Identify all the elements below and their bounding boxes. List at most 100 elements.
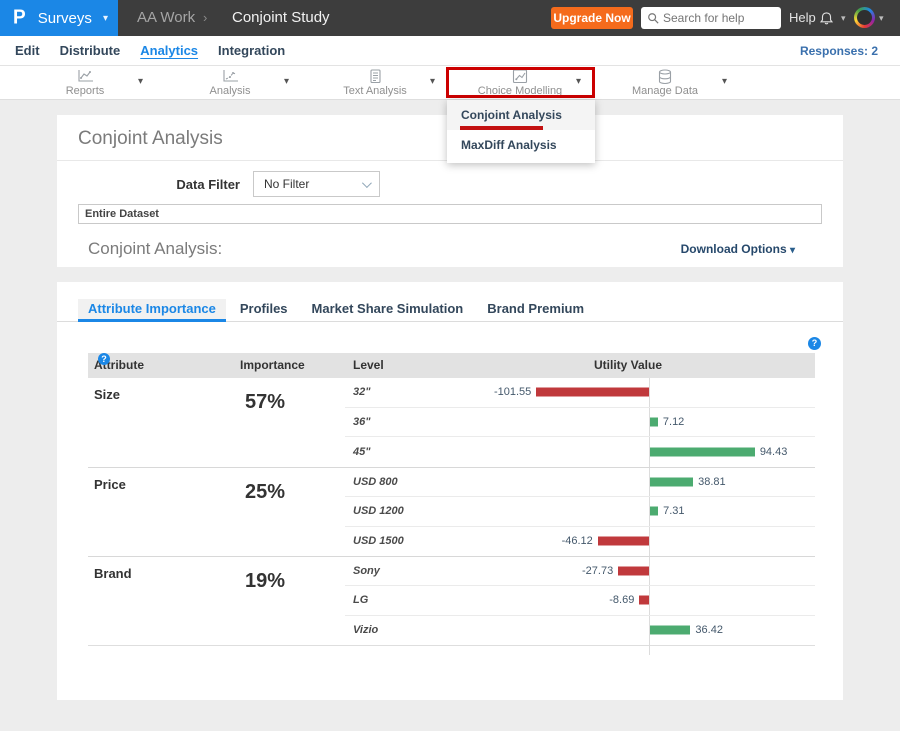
nav-distribute[interactable]: Distribute — [60, 43, 121, 58]
dataset-input[interactable] — [78, 204, 822, 224]
product-switcher[interactable]: P Surveys ▾ — [0, 0, 118, 36]
search-input[interactable] — [663, 11, 773, 25]
tool-label: Text Analysis — [305, 85, 445, 97]
table-header: Attribute? Importance Level Utility Valu… — [88, 353, 815, 378]
upgrade-now-button[interactable]: Upgrade Now — [551, 7, 633, 29]
header-level: Level — [353, 353, 384, 378]
utility-bar-chart: -46.12 — [420, 527, 815, 556]
tool-label: Analysis — [160, 85, 300, 97]
product-name: Surveys — [38, 10, 92, 27]
level-label: USD 1500 — [345, 535, 420, 547]
tab-market-share-simulation[interactable]: Market Share Simulation — [302, 299, 474, 322]
breadcrumb-survey-title: Conjoint Study — [232, 0, 330, 36]
attribute-name: Brand — [88, 557, 233, 645]
utility-bar — [536, 388, 649, 397]
help-link[interactable]: Help — [789, 0, 816, 36]
choice-chart-icon — [450, 69, 590, 84]
menu-item-label: MaxDiff Analysis — [461, 138, 557, 152]
trend-chart-icon — [160, 69, 300, 84]
level-label: 32" — [345, 386, 420, 398]
level-row: Vizio 36.42 — [345, 616, 815, 645]
document-icon — [305, 69, 445, 84]
tool-label: Reports — [15, 85, 155, 97]
utility-bar-chart: 7.31 — [420, 497, 815, 525]
notifications-bell-icon[interactable] — [819, 10, 834, 28]
level-label: 45" — [345, 446, 420, 458]
chevron-down-icon[interactable]: ▾ — [722, 76, 727, 87]
header-utility-value: Utility Value — [594, 353, 662, 378]
utility-value-label: -101.55 — [494, 386, 531, 398]
chevron-down-icon: ▾ — [879, 13, 884, 24]
chevron-down-icon[interactable]: ▾ — [138, 76, 143, 87]
chevron-down-icon[interactable]: ▾ — [430, 76, 435, 87]
importance-value: 19% — [233, 557, 345, 645]
data-filter-select[interactable]: No Filter — [253, 171, 380, 197]
utility-bar — [598, 537, 649, 546]
tab-profiles[interactable]: Profiles — [230, 299, 298, 322]
utility-value-label: 7.31 — [663, 505, 684, 517]
tool-text-analysis[interactable]: Text Analysis — [305, 69, 445, 97]
attribute-group: Brand19%Sony-27.73 LG -8.69 Vizio 36.42 — [88, 556, 815, 645]
level-row: USD 1200 7.31 — [345, 497, 815, 526]
chevron-down-icon: ▾ — [841, 13, 846, 24]
download-options-button[interactable]: Download Options ▾ — [681, 242, 795, 256]
result-tabs: Attribute Importance Profiles Market Sha… — [57, 299, 843, 322]
line-chart-icon — [15, 69, 155, 84]
level-row: 36" 7.12 — [345, 408, 815, 438]
help-icon[interactable]: ? — [808, 337, 821, 350]
level-row: Sony-27.73 — [345, 557, 815, 586]
tool-reports[interactable]: Reports — [15, 69, 155, 97]
level-label: Vizio — [345, 624, 420, 636]
tool-choice-modelling[interactable]: Choice Modelling — [450, 69, 590, 97]
utility-bar — [650, 448, 755, 457]
level-label: 36" — [345, 416, 420, 428]
utility-bar-chart: -8.69 — [420, 586, 815, 614]
chevron-down-icon: ▾ — [790, 245, 795, 256]
search-icon — [647, 12, 659, 24]
tab-attribute-importance[interactable]: Attribute Importance — [78, 299, 226, 322]
breadcrumb-workspace[interactable]: AA Work — [137, 0, 195, 36]
level-label: LG — [345, 594, 420, 606]
level-label: USD 1200 — [345, 505, 420, 517]
tool-label: Manage Data — [595, 85, 735, 97]
survey-nav: Edit Distribute Analytics Integration Re… — [0, 36, 900, 66]
chevron-down-icon[interactable]: ▾ — [576, 76, 581, 87]
level-row: USD 80038.81 — [345, 468, 815, 497]
attribute-group: Price25%USD 80038.81USD 12007.31USD 1500… — [88, 467, 815, 556]
responses-count: Responses: 2 — [800, 36, 878, 66]
nav-integration[interactable]: Integration — [218, 43, 285, 58]
chevron-down-icon[interactable]: ▾ — [284, 76, 289, 87]
utility-bar — [650, 417, 658, 426]
nav-analytics[interactable]: Analytics — [140, 43, 198, 58]
help-icon[interactable]: ? — [98, 353, 110, 365]
utility-bar-chart: -101.55 — [420, 378, 815, 407]
utility-table: Attribute? Importance Level Utility Valu… — [88, 353, 815, 646]
utility-bar — [618, 567, 649, 576]
utility-bar-chart: 38.81 — [420, 468, 815, 496]
attribute-name: Size — [88, 378, 233, 467]
tool-analysis[interactable]: Analysis — [160, 69, 300, 97]
importance-value: 57% — [233, 378, 345, 467]
level-row: 32" -101.55 — [345, 378, 815, 408]
level-label: Sony — [345, 565, 420, 577]
zero-axis-line — [649, 645, 650, 655]
utility-value-label: 7.12 — [663, 416, 684, 428]
utility-value-label: -46.12 — [562, 535, 593, 547]
utility-bar-chart: 7.12 — [420, 408, 815, 437]
utility-value-label: -8.69 — [609, 594, 634, 606]
user-avatar[interactable] — [854, 7, 875, 28]
nav-edit[interactable]: Edit — [15, 43, 40, 58]
menu-item-maxdiff-analysis[interactable]: MaxDiff Analysis — [447, 130, 595, 160]
chevron-down-icon — [362, 178, 372, 188]
tool-manage-data[interactable]: Manage Data — [595, 69, 735, 97]
top-bar: P Surveys ▾ AA Work › Conjoint Study Upg… — [0, 0, 900, 36]
utility-value-label: 36.42 — [695, 624, 723, 636]
tab-brand-premium[interactable]: Brand Premium — [477, 299, 594, 322]
tool-label: Choice Modelling — [450, 85, 590, 97]
attribute-group: Size57%32"-101.5536"7.1245"94.43 — [88, 378, 815, 467]
help-search[interactable] — [641, 7, 781, 29]
menu-item-conjoint-analysis[interactable]: Conjoint Analysis — [447, 100, 595, 130]
download-options-label: Download Options — [681, 242, 787, 256]
attribute-name: Price — [88, 468, 233, 556]
utility-bar-chart: 36.42 — [420, 616, 815, 645]
